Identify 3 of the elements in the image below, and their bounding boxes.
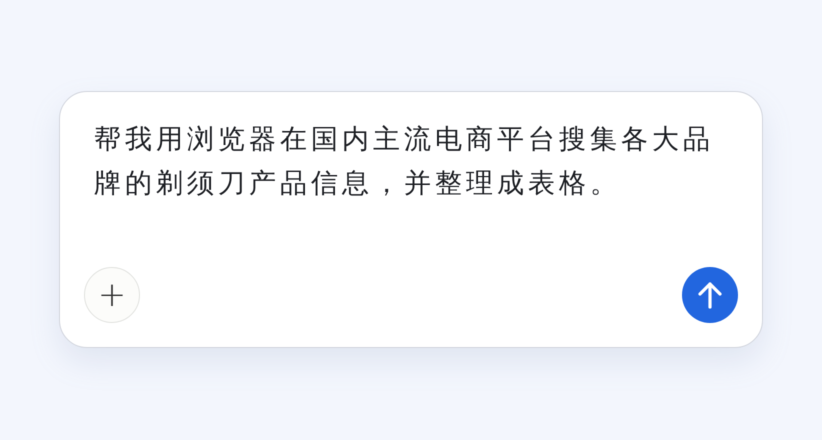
prompt-field[interactable]: 帮我用浏览器在国内主流电商平台搜集各大品牌的剃须刀产品信息，并整理成表格。	[84, 118, 754, 206]
add-button[interactable]: +	[84, 267, 140, 323]
arrow-up-icon	[697, 281, 723, 309]
